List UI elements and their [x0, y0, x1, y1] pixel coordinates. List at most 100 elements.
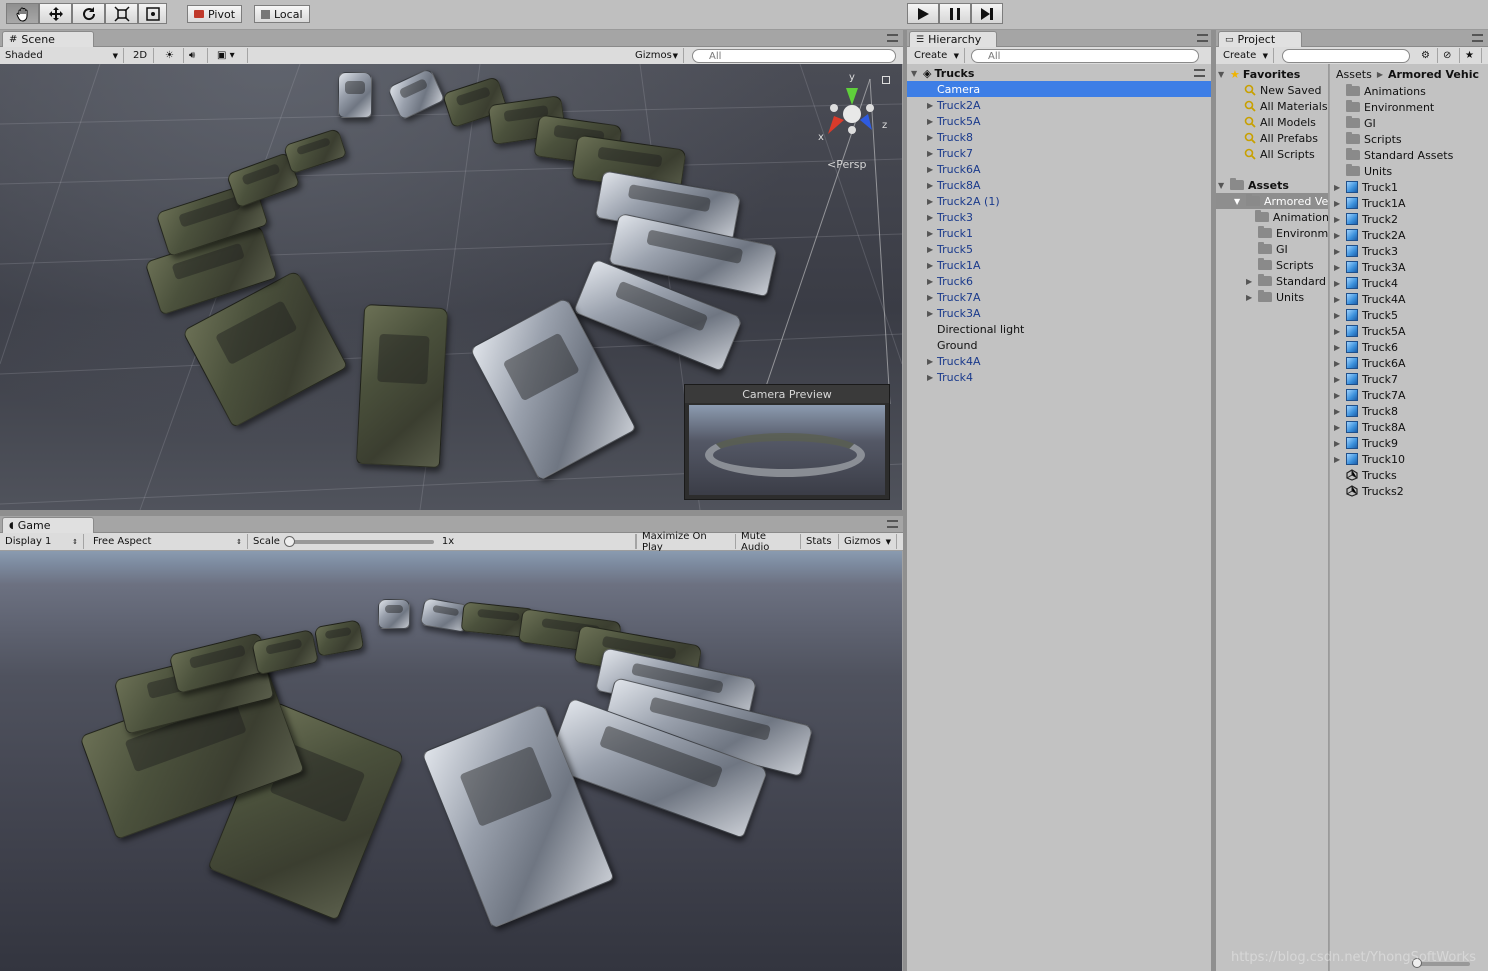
favorite-item[interactable]: New Saved: [1244, 82, 1321, 98]
scene-row-menu-icon[interactable]: [1194, 69, 1205, 77]
hierarchy-item[interactable]: Camera: [907, 81, 1211, 97]
breadcrumb-current[interactable]: Armored Vehic: [1388, 68, 1479, 81]
expand-right-icon[interactable]: ▶: [1334, 247, 1346, 256]
asset-folder-item[interactable]: ▼ Armored Ve: [1216, 193, 1328, 209]
project-asset-item[interactable]: ▶ Truck6: [1334, 339, 1398, 355]
hierarchy-item[interactable]: ▶ Truck7: [907, 145, 1211, 161]
hand-tool-button[interactable]: [6, 3, 39, 24]
expand-right-icon[interactable]: ▶: [927, 197, 937, 206]
hierarchy-item[interactable]: ▶ Truck6: [907, 273, 1211, 289]
hierarchy-item[interactable]: ▶ Truck1: [907, 225, 1211, 241]
expand-right-icon[interactable]: ▶: [1334, 231, 1346, 240]
aspect-dropdown[interactable]: Free Aspect ⇕: [88, 534, 248, 549]
favorite-item[interactable]: All Prefabs: [1244, 130, 1318, 146]
project-menu-icon[interactable]: [1472, 34, 1483, 42]
project-asset-item[interactable]: Environment: [1334, 99, 1434, 115]
move-tool-button[interactable]: [39, 3, 72, 24]
scale-slider[interactable]: [283, 535, 434, 547]
hierarchy-item[interactable]: ▶ Truck5: [907, 241, 1211, 257]
2d-toggle[interactable]: 2D: [128, 48, 154, 63]
scene-gizmos-dropdown[interactable]: Gizmos ▼: [630, 48, 684, 63]
asset-folder-item[interactable]: ▶ Units: [1216, 289, 1328, 305]
expand-right-icon[interactable]: ▶: [1246, 277, 1258, 286]
project-asset-item[interactable]: GI: [1334, 115, 1376, 131]
expand-right-icon[interactable]: ▶: [1334, 343, 1346, 352]
hierarchy-item[interactable]: ▶ Truck5A: [907, 113, 1211, 129]
stats-toggle[interactable]: Stats: [801, 534, 839, 549]
expand-right-icon[interactable]: ▶: [1334, 295, 1346, 304]
expand-right-icon[interactable]: ▶: [1334, 423, 1346, 432]
project-asset-item[interactable]: ▶ Truck2: [1334, 211, 1398, 227]
project-asset-item[interactable]: ▶ Truck8: [1334, 403, 1398, 419]
project-asset-item[interactable]: ▶ Truck3: [1334, 243, 1398, 259]
hierarchy-item[interactable]: Ground: [907, 337, 1211, 353]
tab-game[interactable]: ◖ Game: [2, 517, 94, 533]
project-create-dropdown[interactable]: Create ▼: [1218, 48, 1274, 63]
expand-right-icon[interactable]: ▶: [927, 117, 937, 126]
scale-slider-handle[interactable]: [283, 535, 295, 547]
expand-right-icon[interactable]: ▶: [1334, 311, 1346, 320]
expand-right-icon[interactable]: ▶: [1334, 183, 1346, 192]
project-asset-item[interactable]: ▶ Truck5A: [1334, 323, 1406, 339]
project-asset-item[interactable]: ▶ Truck2A: [1334, 227, 1406, 243]
expand-right-icon[interactable]: ▶: [1334, 263, 1346, 272]
hierarchy-item[interactable]: ▶ Truck4A: [907, 353, 1211, 369]
effects-dropdown[interactable]: ▣ ▾: [212, 48, 248, 63]
project-asset-item[interactable]: ▶ Truck7: [1334, 371, 1398, 387]
project-asset-item[interactable]: ▶ Truck4: [1334, 275, 1398, 291]
expand-right-icon[interactable]: ▶: [927, 213, 937, 222]
game-gizmos-dropdown[interactable]: Gizmos ▼: [839, 534, 897, 549]
expand-right-icon[interactable]: ▶: [1334, 279, 1346, 288]
project-asset-item[interactable]: ▶ Truck1A: [1334, 195, 1406, 211]
project-asset-item[interactable]: ▶ Truck3A: [1334, 259, 1406, 275]
play-button[interactable]: [907, 3, 939, 24]
expand-right-icon[interactable]: ▶: [1334, 455, 1346, 464]
audio-toggle[interactable]: 🔊︎: [184, 48, 208, 63]
hierarchy-item[interactable]: ▶ Truck8A: [907, 177, 1211, 193]
expand-right-icon[interactable]: ▶: [1334, 199, 1346, 208]
project-asset-item[interactable]: Animations: [1334, 83, 1426, 99]
expand-right-icon[interactable]: ▶: [1334, 439, 1346, 448]
asset-folder-item[interactable]: GI: [1216, 241, 1328, 257]
favorite-button[interactable]: ★: [1460, 48, 1482, 63]
hierarchy-menu-icon[interactable]: [1197, 34, 1208, 42]
hierarchy-item[interactable]: ▶ Truck6A: [907, 161, 1211, 177]
asset-folder-item[interactable]: ▶ Standard: [1216, 273, 1328, 289]
lock-icon[interactable]: [882, 76, 890, 84]
project-asset-item[interactable]: Trucks: [1334, 467, 1397, 483]
assets-header[interactable]: ▼ Assets: [1218, 177, 1289, 193]
maximize-on-play-toggle[interactable]: Maximize On Play: [636, 531, 736, 553]
expand-right-icon[interactable]: ▶: [1334, 407, 1346, 416]
favorite-item[interactable]: All Scripts: [1244, 146, 1315, 162]
expand-down-icon[interactable]: ▼: [1234, 197, 1246, 206]
expand-right-icon[interactable]: ▶: [927, 373, 937, 382]
breadcrumb-assets[interactable]: Assets: [1336, 68, 1372, 81]
project-asset-item[interactable]: ▶ Truck10: [1334, 451, 1405, 467]
project-asset-item[interactable]: ▶ Truck1: [1334, 179, 1398, 195]
filter-type-button[interactable]: ⚙: [1416, 48, 1438, 63]
asset-folder-item[interactable]: Environm: [1216, 225, 1328, 241]
asset-folder-item[interactable]: Animation: [1216, 209, 1328, 225]
display-dropdown[interactable]: Display 1 ⇕: [0, 534, 84, 549]
expand-right-icon[interactable]: ▶: [927, 277, 937, 286]
shading-mode-dropdown[interactable]: Shaded ▼: [0, 48, 124, 63]
expand-right-icon[interactable]: ▶: [927, 133, 937, 142]
project-asset-item[interactable]: ▶ Truck6A: [1334, 355, 1406, 371]
scene-root-row[interactable]: ▼ ◈ Trucks: [907, 65, 1211, 81]
hierarchy-item[interactable]: ▶ Truck8: [907, 129, 1211, 145]
expand-right-icon[interactable]: ▶: [927, 229, 937, 238]
scale-tool-button[interactable]: [105, 3, 138, 24]
hierarchy-item[interactable]: ▶ Truck3A: [907, 305, 1211, 321]
project-asset-item[interactable]: ▶ Truck8A: [1334, 419, 1406, 435]
expand-right-icon[interactable]: ▶: [927, 357, 937, 366]
hierarchy-item[interactable]: ▶ Truck7A: [907, 289, 1211, 305]
game-viewport[interactable]: [0, 551, 902, 971]
pivot-toggle[interactable]: Pivot: [187, 5, 243, 23]
project-asset-item[interactable]: Standard Assets: [1334, 147, 1453, 163]
filter-label-button[interactable]: ⊘: [1438, 48, 1460, 63]
step-button[interactable]: [971, 3, 1003, 24]
hierarchy-search-input[interactable]: All: [971, 49, 1199, 63]
expand-right-icon[interactable]: ▶: [1334, 359, 1346, 368]
local-toggle[interactable]: Local: [254, 5, 310, 23]
expand-right-icon[interactable]: ▶: [1334, 327, 1346, 336]
